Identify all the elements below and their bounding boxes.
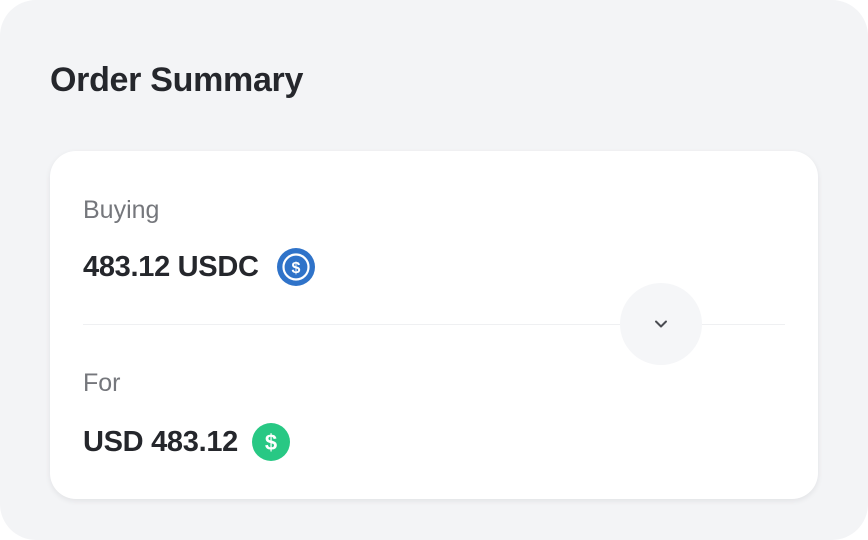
buying-label: Buying bbox=[83, 196, 160, 224]
buying-amount: 483.12 USDC bbox=[83, 251, 259, 283]
svg-text:$: $ bbox=[265, 430, 277, 455]
usdc-coin-icon: $ bbox=[276, 248, 315, 286]
chevron-down-icon bbox=[655, 320, 667, 328]
paying-amount: USD 483.12 bbox=[83, 426, 238, 458]
usd-coin-icon: $ bbox=[252, 423, 290, 461]
order-summary-title: Order Summary bbox=[50, 61, 304, 99]
swap-toggle-button[interactable] bbox=[620, 283, 702, 365]
order-summary-panel: Order Summary Buying 483.12 USDC $ For U… bbox=[0, 0, 868, 540]
paying-amount-row: USD 483.12 $ bbox=[83, 422, 290, 462]
for-label: For bbox=[83, 369, 121, 397]
order-summary-card: Buying 483.12 USDC $ For USD 483.12 $ bbox=[50, 151, 818, 499]
svg-text:$: $ bbox=[291, 260, 300, 277]
buying-amount-row: 483.12 USDC $ bbox=[83, 247, 315, 287]
